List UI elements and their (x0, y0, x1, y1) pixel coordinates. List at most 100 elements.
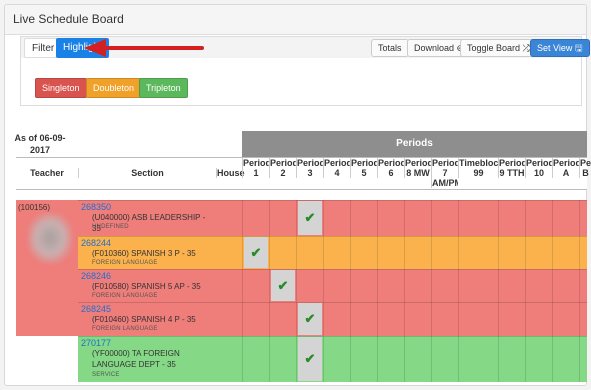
period-cell[interactable] (552, 302, 553, 336)
period-cell[interactable] (498, 336, 499, 382)
scheduled-check-icon[interactable]: ✔ (298, 303, 322, 335)
period-cell[interactable] (323, 236, 324, 269)
column-section: Section (78, 168, 216, 178)
period-label: Period (297, 158, 323, 168)
period-cell[interactable] (579, 200, 580, 236)
period-cell[interactable] (431, 200, 432, 236)
legend-singleton[interactable]: Singleton (35, 78, 87, 98)
period-cell[interactable] (552, 269, 553, 302)
scheduled-check-icon[interactable]: ✔ (298, 337, 322, 381)
legend-doubleton[interactable]: Doubleton (86, 78, 142, 98)
section-department: UNDEFINED (92, 224, 129, 230)
period-cell[interactable] (525, 200, 526, 236)
period-cell[interactable] (431, 236, 432, 269)
legend-tripleton[interactable]: Tripleton (139, 78, 188, 98)
period-cell[interactable] (242, 236, 243, 269)
toggle-board-button[interactable]: Toggle Board ⤮ (460, 39, 537, 57)
period-cell[interactable] (498, 269, 499, 302)
section-id-link[interactable]: 270177 (81, 338, 111, 348)
period-cell[interactable] (269, 236, 270, 269)
period-cell[interactable] (579, 302, 580, 336)
period-cell[interactable] (404, 269, 405, 302)
period-cell[interactable] (323, 269, 324, 302)
period-cell[interactable] (404, 236, 405, 269)
period-cell[interactable] (498, 236, 499, 269)
column-period-10: Period 9 TTH (498, 158, 525, 178)
period-cell[interactable] (350, 336, 351, 382)
period-cell[interactable] (458, 269, 459, 302)
period-cell[interactable] (431, 336, 432, 382)
period-cell[interactable] (269, 200, 270, 236)
period-cell[interactable] (242, 200, 243, 236)
period-cell[interactable] (552, 336, 553, 382)
section-department: FOREIGN LANGUAGE (92, 293, 158, 299)
period-cell[interactable] (404, 302, 405, 336)
period-cell[interactable] (296, 200, 297, 236)
period-cell[interactable] (350, 200, 351, 236)
period-cell[interactable] (525, 336, 526, 382)
period-cell[interactable] (498, 302, 499, 336)
period-cell[interactable] (296, 236, 297, 269)
column-period-13: PeriodB (579, 158, 591, 178)
period-number: 4 (334, 168, 340, 178)
period-label: Period (405, 158, 431, 168)
period-cell[interactable] (458, 336, 459, 382)
column-period-9: Timeblock99 (458, 158, 498, 178)
period-cell[interactable] (377, 236, 378, 269)
period-label: Period (499, 158, 525, 168)
period-cell[interactable] (377, 269, 378, 302)
period-label: Period (526, 158, 552, 168)
period-cell[interactable] (552, 236, 553, 269)
period-cell[interactable] (323, 302, 324, 336)
period-cell[interactable] (498, 200, 499, 236)
period-cell[interactable] (323, 336, 324, 382)
section-id-link[interactable]: 268244 (81, 238, 111, 248)
column-period-5: Period 5 (350, 158, 377, 178)
period-number: 2 (280, 168, 286, 178)
period-cell[interactable] (296, 336, 297, 382)
period-cell[interactable] (350, 236, 351, 269)
period-cell[interactable] (404, 336, 405, 382)
period-cell[interactable] (579, 236, 580, 269)
section-id-link[interactable]: 268245 (81, 304, 111, 314)
period-number: 9 TTH (499, 168, 525, 178)
period-cell[interactable] (350, 269, 351, 302)
period-cell[interactable] (458, 302, 459, 336)
period-number: 3 (307, 168, 313, 178)
period-cell[interactable] (579, 269, 580, 302)
period-cell[interactable] (296, 269, 297, 302)
period-cell[interactable] (242, 302, 243, 336)
period-cell[interactable] (377, 336, 378, 382)
section-id-link[interactable]: 268246 (81, 271, 111, 281)
section-name: (F010460) SPANISH 4 P - 35 (92, 315, 196, 324)
section-id-link[interactable]: 268350 (81, 202, 111, 212)
period-cell[interactable] (458, 236, 459, 269)
column-period-8: Period7 AM/PM (431, 158, 458, 188)
period-cell[interactable] (404, 200, 405, 236)
period-cell[interactable] (458, 200, 459, 236)
scheduled-check-icon[interactable]: ✔ (244, 237, 268, 268)
period-label: Period (243, 158, 269, 168)
period-cell[interactable] (579, 336, 580, 382)
period-cell[interactable] (552, 200, 553, 236)
period-cell[interactable] (296, 302, 297, 336)
period-cell[interactable] (431, 269, 432, 302)
highlight-legend: Singleton Doubleton Tripleton (20, 58, 582, 106)
period-cell[interactable] (269, 269, 270, 302)
totals-button[interactable]: Totals (371, 39, 409, 57)
period-cell[interactable] (377, 302, 378, 336)
period-cell[interactable] (525, 269, 526, 302)
period-cell[interactable] (350, 302, 351, 336)
period-cell[interactable] (242, 269, 243, 302)
period-cell[interactable] (525, 302, 526, 336)
period-cell[interactable] (525, 236, 526, 269)
period-cell[interactable] (431, 302, 432, 336)
scheduled-check-icon[interactable]: ✔ (271, 270, 295, 301)
scheduled-check-icon[interactable]: ✔ (298, 201, 322, 235)
period-cell[interactable] (242, 336, 243, 382)
period-cell[interactable] (377, 200, 378, 236)
period-cell[interactable] (269, 302, 270, 336)
period-cell[interactable] (323, 200, 324, 236)
set-view-button[interactable]: Set View 🖫 (530, 39, 590, 57)
period-cell[interactable] (269, 336, 270, 382)
